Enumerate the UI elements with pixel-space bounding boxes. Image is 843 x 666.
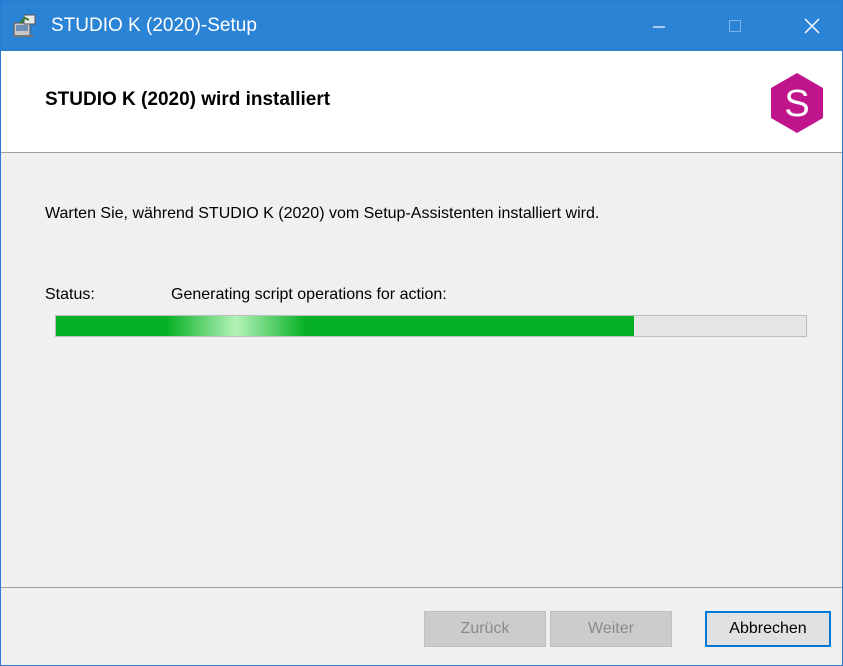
minimize-button[interactable]	[629, 1, 689, 51]
progress-bar-fill	[56, 316, 634, 336]
footer-bar: Zurück Weiter Abbrechen	[1, 587, 842, 665]
maximize-button[interactable]	[705, 1, 765, 51]
studio-k-logo: S	[771, 73, 823, 133]
status-value: Generating script operations for action:	[171, 286, 447, 303]
maximize-icon	[729, 20, 741, 32]
header-panel: STUDIO K (2020) wird installiert S	[1, 51, 842, 153]
close-icon	[804, 18, 820, 34]
installer-icon	[13, 14, 36, 37]
progress-bar	[55, 315, 807, 337]
window-title: STUDIO K (2020)-Setup	[51, 15, 257, 36]
page-title: STUDIO K (2020) wird installiert	[45, 89, 331, 110]
status-label: Status:	[45, 286, 95, 303]
close-button[interactable]	[782, 1, 842, 51]
setup-window: STUDIO K (2020)-Setup STUDIO K (2020) wi…	[0, 0, 843, 666]
back-button[interactable]: Zurück	[424, 611, 546, 647]
progress-bar-shine	[166, 316, 306, 336]
next-button[interactable]: Weiter	[550, 611, 672, 647]
content-area: Warten Sie, während STUDIO K (2020) vom …	[1, 153, 842, 587]
title-bar[interactable]: STUDIO K (2020)-Setup	[1, 1, 842, 51]
minimize-icon	[653, 26, 665, 28]
description-text: Warten Sie, während STUDIO K (2020) vom …	[45, 205, 600, 222]
cancel-button[interactable]: Abbrechen	[705, 611, 831, 647]
logo-letter: S	[784, 83, 809, 125]
